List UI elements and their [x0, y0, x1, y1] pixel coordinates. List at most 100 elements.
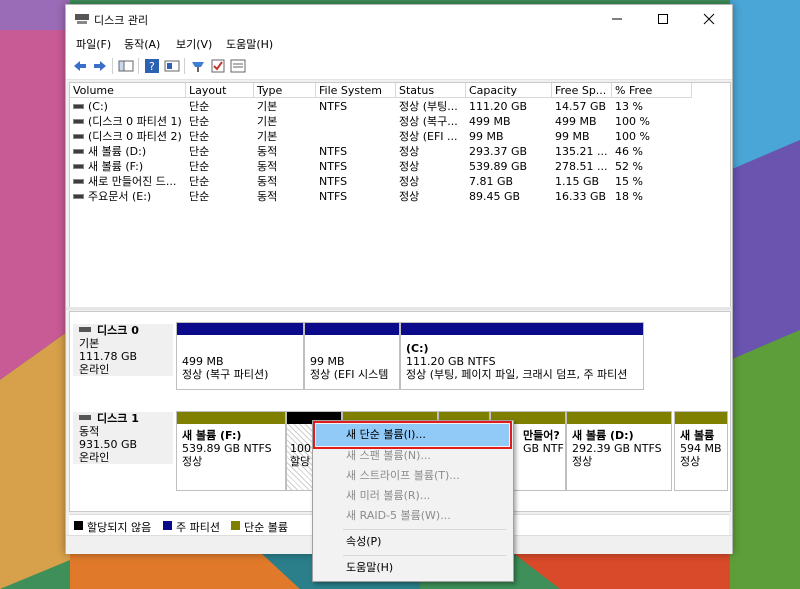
table-cell: 단순: [186, 114, 254, 129]
table-row[interactable]: 새 볼륨 (D:) 단순 동적 NTFS 정상 293.37 GB 135.21 ... 46…: [70, 144, 730, 159]
disk-management-icon: [75, 14, 89, 24]
maximize-button[interactable]: [640, 5, 686, 33]
column-header[interactable]: File System: [316, 83, 396, 98]
table-cell: 99 MB: [552, 129, 612, 144]
cell-text: 46 %: [615, 145, 643, 158]
column-header[interactable]: Status: [396, 83, 466, 98]
close-button[interactable]: [686, 5, 732, 33]
volume-name: 만들어?: [523, 429, 560, 442]
cell-text: 정상 (부팅...: [399, 100, 458, 113]
volume-last[interactable]: 새 볼륨 594 MB 정상: [674, 411, 728, 491]
menu-properties[interactable]: 속성(P): [316, 531, 509, 553]
back-arrow-icon[interactable]: [72, 58, 88, 74]
cell-text: 동적: [257, 145, 278, 158]
table-cell: 89.45 GB: [466, 189, 552, 204]
cell-text: 99 MB: [469, 130, 504, 143]
cell-text: 278.51 ...: [555, 160, 608, 173]
menu-help-item[interactable]: 도움말(H): [316, 557, 509, 579]
partition-recovery[interactable]: 499 MB 정상 (복구 파티션): [176, 322, 304, 390]
help-icon[interactable]: ?: [144, 58, 160, 74]
table-cell: 정상 (복구...: [396, 114, 466, 129]
table-cell: 14.57 GB: [552, 99, 612, 114]
cell-text: NTFS: [319, 190, 348, 203]
volume-icon: [73, 104, 84, 109]
minimize-button[interactable]: [594, 5, 640, 33]
legend-swatch-unallocated: [74, 521, 83, 530]
volume-size: 594 MB: [680, 442, 722, 455]
table-cell: 293.37 GB: [466, 144, 552, 159]
volume-size: 292.39 GB NTFS: [572, 442, 662, 455]
connect-icon[interactable]: [190, 58, 206, 74]
menu-new-striped-volume[interactable]: 새 스트라이프 볼륨(T)...: [316, 465, 509, 487]
column-header[interactable]: Type: [254, 83, 316, 98]
table-cell: (디스크 0 파티션 1): [70, 114, 186, 129]
column-header[interactable]: Volume: [70, 83, 186, 98]
properties-icon[interactable]: [164, 58, 180, 74]
table-row[interactable]: (디스크 0 파티션 2) 단순 기본 정상 (EFI ... 99 MB 99 MB 10…: [70, 129, 730, 144]
menu-help[interactable]: 도움말(H): [226, 36, 273, 52]
column-header[interactable]: Capacity: [466, 83, 552, 98]
volume-d[interactable]: 새 볼륨 (D:) 292.39 GB NTFS 정상: [566, 411, 672, 491]
table-row[interactable]: 주요문서 (E:) 단순 동적 NTFS 정상 89.45 GB 16.33 GB 18 %: [70, 189, 730, 204]
volume-status: 정상: [572, 455, 593, 468]
table-cell: 15 %: [612, 174, 692, 189]
table-cell: 기본: [254, 99, 316, 114]
cell-text: 단순: [189, 175, 210, 188]
column-header[interactable]: Free Sp...: [552, 83, 612, 98]
table-cell: 499 MB: [466, 114, 552, 129]
disk-1-label[interactable]: 디스크 1 동적 931.50 GB 온라인: [73, 412, 173, 464]
table-row[interactable]: (C:) 단순 기본 NTFS 정상 (부팅... 111.20 GB 14.57 GB 13…: [70, 99, 730, 114]
toolbar-separator: [184, 58, 185, 74]
table-row[interactable]: (디스크 0 파티션 1) 단순 기본 정상 (복구... 499 MB 499 MB 10…: [70, 114, 730, 129]
cell-text: 7.81 GB: [469, 175, 514, 188]
console-tree-icon[interactable]: [118, 58, 134, 74]
table-cell: 499 MB: [552, 114, 612, 129]
table-cell: 정상: [396, 189, 466, 204]
cell-text: 499 MB: [469, 115, 511, 128]
cell-text: 539.89 GB: [469, 160, 528, 173]
pane-splitter[interactable]: [66, 307, 732, 310]
cell-text: 14.57 GB: [555, 100, 607, 113]
forward-arrow-icon[interactable]: [92, 58, 108, 74]
menu-new-mirrored-volume[interactable]: 새 미러 볼륨(R)...: [316, 485, 509, 507]
table-cell: 단순: [186, 189, 254, 204]
table-row[interactable]: 새로 만들어진 드... 단순 동적 NTFS 정상 7.81 GB 1.15 GB 15 %: [70, 174, 730, 189]
cell-text: NTFS: [319, 175, 348, 188]
menu-file[interactable]: 파일(F): [76, 36, 111, 52]
disk-size: 111.78 GB: [79, 350, 138, 363]
cell-text: 16.33 GB: [555, 190, 607, 203]
partition-efi[interactable]: 99 MB 정상 (EFI 시스템: [304, 322, 400, 390]
menu-new-simple-volume[interactable]: 새 단순 볼륨(I)...: [313, 421, 512, 449]
legend-label: 주 파티션: [176, 521, 220, 534]
table-cell: 정상: [396, 144, 466, 159]
list-view-icon[interactable]: [230, 58, 246, 74]
volume-status: 정상: [680, 455, 701, 468]
table-cell: 13 %: [612, 99, 692, 114]
table-cell: 새 볼륨 (D:): [70, 144, 186, 159]
toolbar-separator: [112, 58, 113, 74]
disk-0-label[interactable]: 디스크 0 기본 111.78 GB 온라인: [73, 324, 173, 376]
table-cell: 539.89 GB: [466, 159, 552, 174]
table-cell: 단순: [186, 99, 254, 114]
table-cell: 16.33 GB: [552, 189, 612, 204]
table-cell: 동적: [254, 174, 316, 189]
volume-f[interactable]: 새 볼륨 (F:) 539.89 GB NTFS 정상: [176, 411, 286, 491]
table-cell: 정상 (부팅...: [396, 99, 466, 114]
menu-view[interactable]: 보기(V): [176, 36, 212, 52]
disk-type: 기본: [79, 337, 100, 350]
partition-size: 499 MB: [182, 355, 224, 368]
partition-c[interactable]: (C:) 111.20 GB NTFS 정상 (부팅, 페이지 파일, 크래시 …: [400, 322, 644, 390]
partition-status: 정상 (부팅, 페이지 파일, 크래시 덤프, 주 파티션: [406, 368, 628, 381]
maximize-icon: [658, 14, 668, 24]
menu-new-spanned-volume[interactable]: 새 스팬 볼륨(N)...: [316, 445, 509, 467]
menu-action[interactable]: 동작(A): [124, 36, 160, 52]
cell-text: 정상: [399, 190, 420, 203]
cell-text: 단순: [189, 145, 210, 158]
checklist-icon[interactable]: [210, 58, 226, 74]
column-header[interactable]: % Free: [612, 83, 692, 98]
table-row[interactable]: 새 볼륨 (F:) 단순 동적 NTFS 정상 539.89 GB 278.51 ... 52…: [70, 159, 730, 174]
table-cell: 18 %: [612, 189, 692, 204]
column-header[interactable]: Layout: [186, 83, 254, 98]
cell-text: NTFS: [319, 145, 348, 158]
menu-new-raid5-volume[interactable]: 새 RAID-5 볼륨(W)...: [316, 505, 509, 527]
